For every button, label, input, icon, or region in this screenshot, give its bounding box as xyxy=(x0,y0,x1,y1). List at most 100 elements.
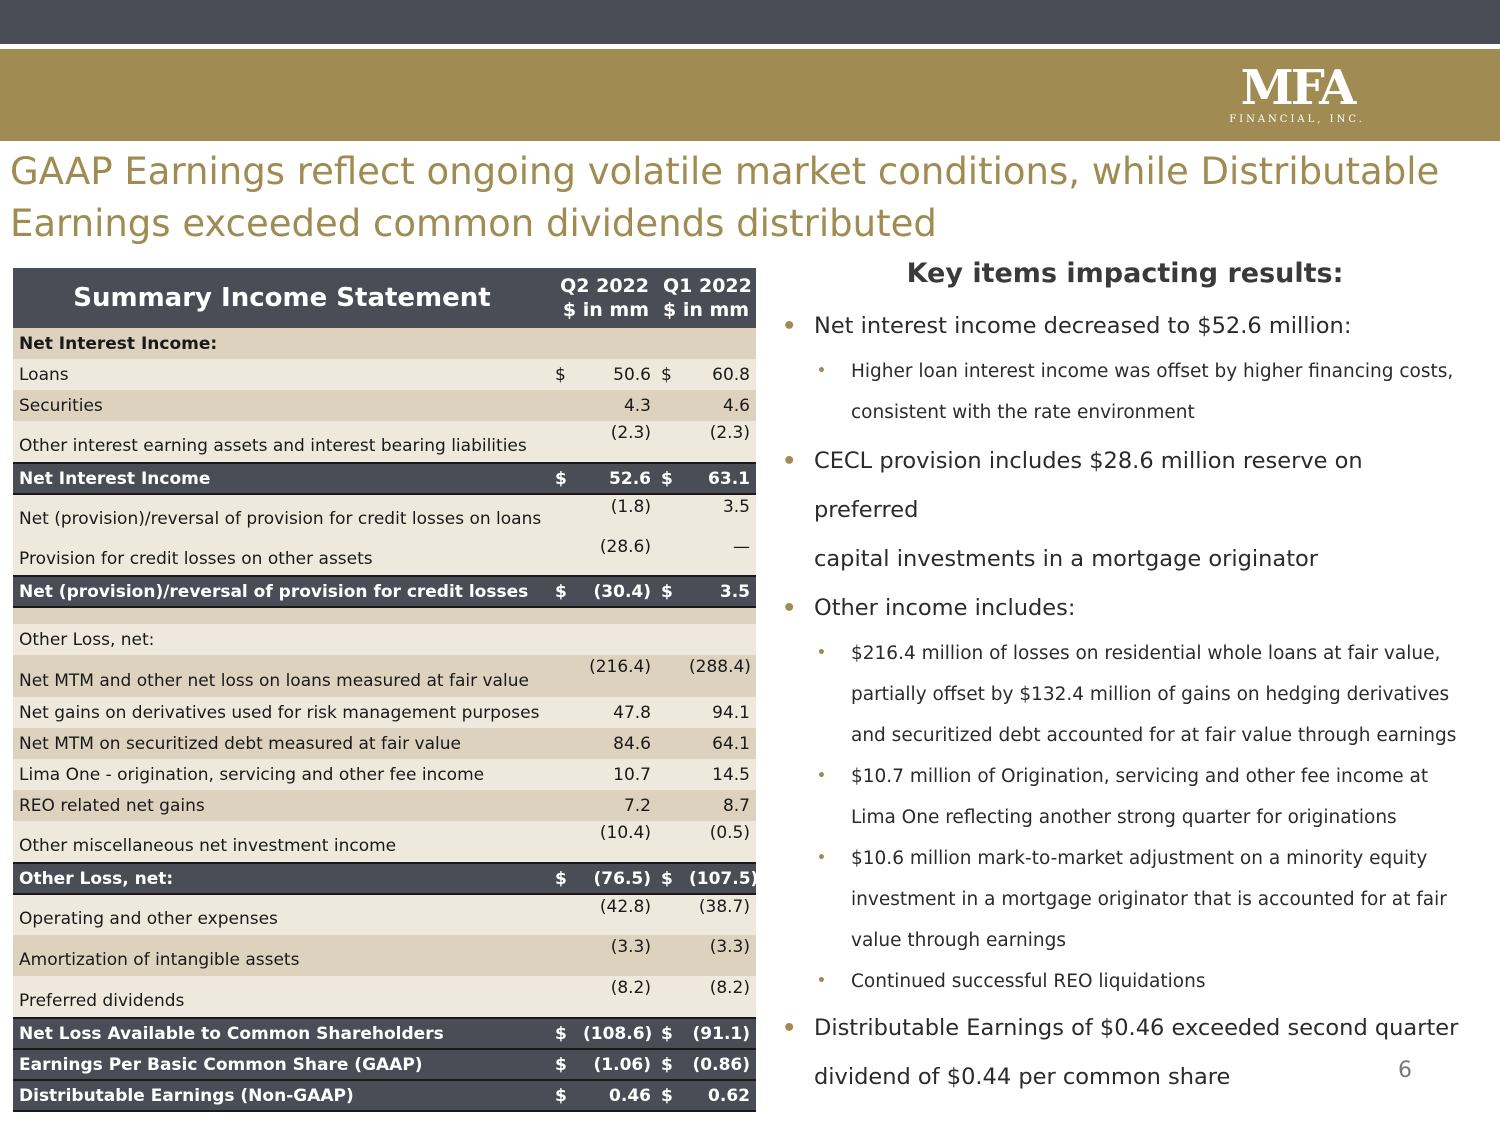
bullet-text: Higher loan interest income was offset b… xyxy=(851,361,1454,382)
q2-currency xyxy=(551,607,577,624)
row-label: Net Loss Available to Common Shareholder… xyxy=(13,1017,551,1050)
q1-currency xyxy=(657,421,683,463)
q1-currency: $ xyxy=(657,862,683,895)
bullet-text-continued: partially offset by $132.4 million of ga… xyxy=(851,684,1450,705)
row-label: Net Interest Income xyxy=(13,462,551,495)
q2-currency xyxy=(551,390,577,421)
q1-value: (0.5) xyxy=(683,821,756,863)
row-label: Net gains on derivatives used for risk m… xyxy=(13,697,551,728)
slide-title: GAAP Earnings reflect ongoing volatile m… xyxy=(10,146,1450,250)
q2-currency: $ xyxy=(551,575,577,608)
table-header-row: Summary Income Statement Q2 2022 $ in mm … xyxy=(13,268,756,328)
q1-currency xyxy=(657,535,683,576)
q1-currency: $ xyxy=(657,1017,683,1050)
sub-bullet-reo-liquidations: • Continued successful REO liquidations xyxy=(780,961,1470,1002)
q2-value: (2.3) xyxy=(577,421,657,463)
table-row: Lima One - origination, servicing and ot… xyxy=(13,759,756,790)
q2-currency xyxy=(551,535,577,576)
table-row: Other interest earning assets and intere… xyxy=(13,421,756,463)
row-label: Operating and other expenses xyxy=(13,894,551,935)
bullet-dot-icon: • xyxy=(817,850,826,866)
bullet-other-income: • Other income includes: xyxy=(780,584,1470,633)
row-label: Loans xyxy=(13,359,551,390)
q2-value: (30.4) xyxy=(577,575,657,608)
q1-currency xyxy=(657,655,683,697)
q1-value: (38.7) xyxy=(683,894,756,935)
sub-bullet-mtm-adjustment: • $10.6 million mark-to-market adjustment… xyxy=(780,838,1470,961)
bullet-cecl-provision: • CECL provision includes $28.6 million r… xyxy=(780,437,1470,584)
table-row: Net MTM and other net loss on loans meas… xyxy=(13,655,756,697)
bullet-text-continued: Lima One reflecting another strong quart… xyxy=(851,807,1397,828)
bullet-dot-icon: • xyxy=(817,645,826,661)
row-label: Amortization of intangible assets xyxy=(13,935,551,976)
table-row: Net MTM on securitized debt measured at … xyxy=(13,728,756,759)
q2-value xyxy=(577,624,657,655)
q1-currency xyxy=(657,759,683,790)
q1-value: 0.62 xyxy=(683,1079,756,1112)
page-number: 6 xyxy=(1398,1058,1412,1083)
q2-currency xyxy=(551,624,577,655)
q2-currency xyxy=(551,328,577,359)
q1-value: 63.1 xyxy=(683,462,756,495)
q1-value: (2.3) xyxy=(683,421,756,463)
slide-title-line-2: Earnings exceeded common dividends distr… xyxy=(10,202,937,245)
q1-currency xyxy=(657,494,683,535)
q2-value: 7.2 xyxy=(577,790,657,821)
row-label: Lima One - origination, servicing and ot… xyxy=(13,759,551,790)
q1-value: 3.5 xyxy=(683,494,756,535)
logo-subtext: FINANCIAL, INC. xyxy=(1229,114,1365,125)
sub-bullet-loan-interest: • Higher loan interest income was offset … xyxy=(780,351,1470,433)
q2-value: (3.3) xyxy=(577,935,657,976)
q1-currency: $ xyxy=(657,359,683,390)
bullet-text: CECL provision includes $28.6 million re… xyxy=(814,448,1363,523)
q1-value: 3.5 xyxy=(683,575,756,608)
q2-value: 10.7 xyxy=(577,759,657,790)
q1-currency xyxy=(657,624,683,655)
table-row: Other miscellaneous net investment incom… xyxy=(13,821,756,863)
q2-currency xyxy=(551,976,577,1018)
q2-value: 0.46 xyxy=(577,1079,657,1112)
q2-currency xyxy=(551,655,577,697)
table-row: Operating and other expenses (42.8) (38.7) xyxy=(13,894,756,935)
q2-currency xyxy=(551,790,577,821)
bullet-dot-icon: • xyxy=(782,313,797,339)
bullet-text-continued: capital investments in a mortgage origin… xyxy=(814,546,1319,572)
row-label: Other miscellaneous net investment incom… xyxy=(13,821,551,863)
q1-value: (107.5) xyxy=(683,862,756,895)
q1-currency xyxy=(657,607,683,624)
q1-value: (288.4) xyxy=(683,655,756,697)
q2-currency: $ xyxy=(551,1079,577,1112)
bullet-dot-icon: • xyxy=(782,595,797,621)
bullet-text: Continued successful REO liquidations xyxy=(851,971,1206,992)
table-row: Net Loss Available to Common Shareholder… xyxy=(13,1017,756,1050)
row-label: Net Interest Income: xyxy=(13,328,551,359)
q2-currency xyxy=(551,894,577,935)
q1-value: (8.2) xyxy=(683,976,756,1018)
table-row: Net (provision)/reversal of provision fo… xyxy=(13,575,756,608)
q2-currency xyxy=(551,421,577,463)
q1-currency: $ xyxy=(657,1079,683,1112)
q1-value: 94.1 xyxy=(683,697,756,728)
bullet-dot-icon: • xyxy=(817,973,826,989)
row-label: Securities xyxy=(13,390,551,421)
q1-currency: $ xyxy=(657,575,683,608)
q1-value: (0.86) xyxy=(683,1048,756,1081)
summary-income-statement-table: Summary Income Statement Q2 2022 $ in mm … xyxy=(13,268,756,1112)
slide-title-line-1: GAAP Earnings reflect ongoing volatile m… xyxy=(10,150,1440,193)
row-label: Distributable Earnings (Non-GAAP) xyxy=(13,1079,551,1112)
q2-currency: $ xyxy=(551,462,577,495)
row-label: Other interest earning assets and intere… xyxy=(13,421,551,463)
bullet-dot-icon: • xyxy=(817,363,826,379)
bullet-text-continued: dividend of $0.44 per common share xyxy=(814,1064,1231,1090)
bullet-text: $10.7 million of Origination, servicing … xyxy=(851,766,1429,787)
q2-value: 52.6 xyxy=(577,462,657,495)
q2-value: 47.8 xyxy=(577,697,657,728)
q2-value: (216.4) xyxy=(577,655,657,697)
bullet-text-continued: value through earnings xyxy=(851,930,1066,951)
table-row: Net (provision)/reversal of provision fo… xyxy=(13,494,756,535)
table-row xyxy=(13,607,756,624)
column-header-q2-2022: Q2 2022 $ in mm xyxy=(551,268,657,328)
table-row: Securities 4.3 4.6 xyxy=(13,390,756,421)
sub-bullet-lima-one-fees: • $10.7 million of Origination, servicing… xyxy=(780,756,1470,838)
row-label: Earnings Per Basic Common Share (GAAP) xyxy=(13,1048,551,1081)
